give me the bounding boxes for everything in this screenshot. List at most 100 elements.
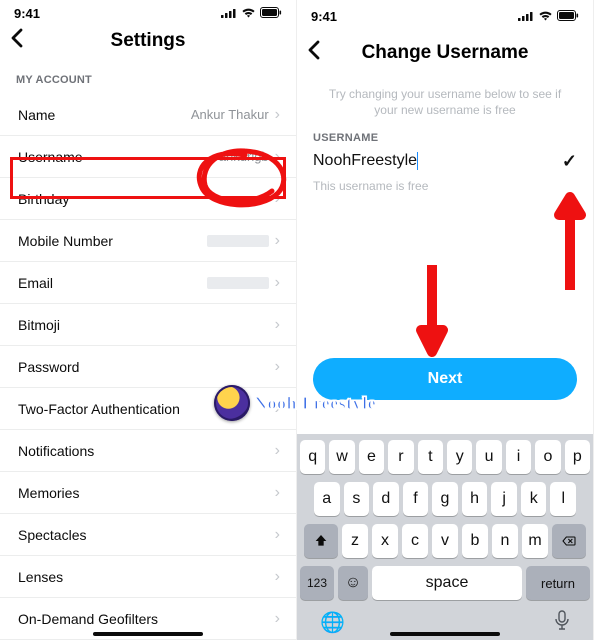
row-value: ankurigb	[219, 149, 269, 164]
key-d[interactable]: d	[373, 482, 399, 516]
key-p[interactable]: p	[565, 440, 590, 474]
key-space[interactable]: space	[372, 566, 522, 600]
row-birthday[interactable]: Birthday ›	[0, 178, 296, 220]
annotation-arrow-down	[415, 260, 449, 360]
key-emoji[interactable]: ☺	[338, 566, 368, 600]
key-o[interactable]: o	[535, 440, 560, 474]
key-v[interactable]: v	[432, 524, 458, 558]
row-two-factor[interactable]: Two-Factor Authentication ›	[0, 388, 296, 430]
chevron-right-icon: ›	[275, 358, 280, 376]
row-label: Password	[18, 359, 79, 375]
key-w[interactable]: w	[329, 440, 354, 474]
row-username[interactable]: Username ankurigb›	[0, 136, 296, 178]
section-header-my-account: MY ACCOUNT	[0, 60, 296, 94]
row-spectacles[interactable]: Spectacles ›	[0, 514, 296, 556]
helper-text: Try changing your username below to see …	[297, 78, 593, 132]
key-l[interactable]: l	[550, 482, 576, 516]
key-c[interactable]: c	[402, 524, 428, 558]
status-time: 9:41	[311, 9, 337, 24]
chevron-right-icon: ›	[275, 106, 280, 124]
row-label: On-Demand Geofilters	[18, 611, 158, 627]
keyboard-row-3: z x c v b n m	[300, 524, 590, 558]
row-value: Ankur Thakur	[191, 107, 269, 122]
row-notifications[interactable]: Notifications ›	[0, 430, 296, 472]
chevron-right-icon: ›	[275, 232, 280, 250]
status-icons	[518, 9, 579, 24]
status-bar: 9:41	[0, 0, 296, 22]
next-button[interactable]: Next	[313, 358, 577, 400]
redacted-value	[207, 235, 269, 247]
settings-list: Name Ankur Thakur› Username ankurigb› Bi…	[0, 94, 296, 640]
wifi-icon	[538, 9, 553, 24]
keyboard-row-2: a s d f g h j k l	[300, 482, 590, 516]
username-input[interactable]: NoohFreestyle	[313, 150, 562, 172]
key-backspace[interactable]	[552, 524, 586, 558]
username-input-wrap: NoohFreestyle ✓	[297, 150, 593, 176]
key-u[interactable]: u	[476, 440, 501, 474]
key-e[interactable]: e	[359, 440, 384, 474]
keyboard-row-1: q w e r t y u i o p	[300, 440, 590, 474]
row-label: Two-Factor Authentication	[18, 401, 180, 417]
key-shift[interactable]	[304, 524, 338, 558]
key-t[interactable]: t	[418, 440, 443, 474]
settings-screen: 9:41 Settings MY ACCOUNT Name Ankur Thak…	[0, 0, 297, 640]
row-name[interactable]: Name Ankur Thakur ›	[0, 94, 296, 136]
back-button[interactable]	[307, 40, 321, 66]
key-b[interactable]: b	[462, 524, 488, 558]
row-label: Spectacles	[18, 527, 86, 543]
row-label: Bitmoji	[18, 317, 60, 333]
key-j[interactable]: j	[491, 482, 517, 516]
row-memories[interactable]: Memories ›	[0, 472, 296, 514]
row-label: Memories	[18, 485, 79, 501]
key-y[interactable]: y	[447, 440, 472, 474]
chevron-right-icon: ›	[275, 400, 280, 418]
globe-icon[interactable]: 🌐	[320, 610, 345, 636]
key-a[interactable]: a	[314, 482, 340, 516]
key-k[interactable]: k	[521, 482, 547, 516]
row-bitmoji[interactable]: Bitmoji ›	[0, 304, 296, 346]
key-q[interactable]: q	[300, 440, 325, 474]
status-bar: 9:41	[297, 0, 593, 28]
home-indicator	[390, 632, 500, 636]
key-m[interactable]: m	[522, 524, 548, 558]
key-r[interactable]: r	[388, 440, 413, 474]
keyboard-row-4: 123 ☺ space return	[300, 566, 590, 600]
status-time: 9:41	[14, 6, 40, 21]
username-input-value: NoohFreestyle	[313, 153, 417, 170]
battery-icon	[260, 6, 282, 21]
signal-icon	[221, 6, 237, 21]
back-button[interactable]	[10, 28, 24, 54]
chevron-right-icon: ›	[275, 442, 280, 460]
page-title: Change Username	[362, 42, 529, 64]
key-s[interactable]: s	[344, 482, 370, 516]
row-lenses[interactable]: Lenses ›	[0, 556, 296, 598]
key-n[interactable]: n	[492, 524, 518, 558]
key-123[interactable]: 123	[300, 566, 334, 600]
key-g[interactable]: g	[432, 482, 458, 516]
text-caret	[417, 152, 418, 170]
chevron-right-icon: ›	[275, 274, 280, 292]
key-f[interactable]: f	[403, 482, 429, 516]
chevron-right-icon: ›	[275, 568, 280, 586]
chevron-right-icon: ›	[275, 190, 280, 208]
mic-icon[interactable]	[554, 610, 570, 636]
chevron-right-icon: ›	[275, 610, 280, 628]
battery-icon	[557, 9, 579, 24]
row-label: Lenses	[18, 569, 63, 585]
row-password[interactable]: Password ›	[0, 346, 296, 388]
row-label: Birthday	[18, 191, 69, 207]
row-label: Email	[18, 275, 53, 291]
row-label: Name	[18, 107, 55, 123]
field-label-username: USERNAME	[297, 132, 593, 150]
key-z[interactable]: z	[342, 524, 368, 558]
row-mobile-number[interactable]: Mobile Number ›	[0, 220, 296, 262]
page-title: Settings	[111, 30, 186, 52]
key-i[interactable]: i	[506, 440, 531, 474]
wifi-icon	[241, 6, 256, 21]
key-x[interactable]: x	[372, 524, 398, 558]
row-email[interactable]: Email ›	[0, 262, 296, 304]
redacted-value	[207, 277, 269, 289]
key-h[interactable]: h	[462, 482, 488, 516]
chevron-right-icon: ›	[275, 148, 280, 166]
key-return[interactable]: return	[526, 566, 590, 600]
